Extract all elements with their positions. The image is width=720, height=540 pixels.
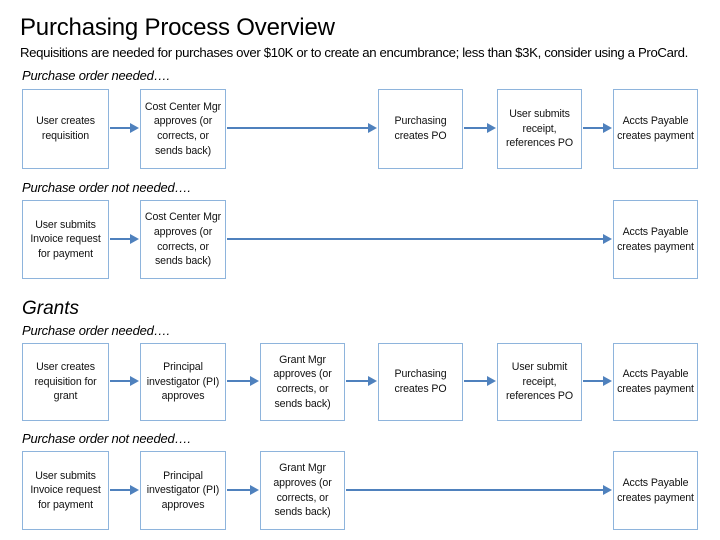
flow-box-label: Principal investigator (PI) approves <box>146 361 220 403</box>
arrow-right-icon <box>346 376 377 387</box>
flow-box-label: Grant Mgr approves (or corrects, or send… <box>273 462 332 519</box>
arrow-right-icon <box>110 485 139 496</box>
flow-box-label: User creates requisition <box>36 115 95 142</box>
flow-box-label: Purchasing creates PO <box>394 115 447 142</box>
flow-box-accts-payable-creates-payment[interactable]: Accts Payable creates payment <box>613 89 698 169</box>
flow-box-cost-center-mgr-approves[interactable]: Cost Center Mgr approves (or corrects, o… <box>140 89 226 169</box>
arrow-right-icon <box>227 234 612 245</box>
row-caption-po-not-needed: Purchase order not needed…. <box>22 180 191 195</box>
flow-box-purchasing-creates-po[interactable]: Purchasing creates PO <box>378 343 463 421</box>
arrow-right-icon <box>110 376 139 387</box>
slide-canvas: Purchasing Process Overview Requisitions… <box>0 0 720 540</box>
flow-box-grant-mgr-approves[interactable]: Grant Mgr approves (or corrects, or send… <box>260 343 345 421</box>
flow-box-label: Grant Mgr approves (or corrects, or send… <box>273 353 332 410</box>
flow-box-principal-investigator-approves[interactable]: Principal investigator (PI) approves <box>140 343 226 421</box>
arrow-right-icon <box>227 485 259 496</box>
flow-box-grant-mgr-approves[interactable]: Grant Mgr approves (or corrects, or send… <box>260 451 345 530</box>
flow-box-label: Accts Payable creates payment <box>617 476 694 504</box>
flow-box-label: Purchasing creates PO <box>394 368 447 395</box>
flow-box-label: Accts Payable creates payment <box>617 368 694 395</box>
row-caption-grants-po-needed: Purchase order needed…. <box>22 323 170 338</box>
flow-box-label: User creates requisition for grant <box>34 361 97 403</box>
flow-box-user-submits-invoice-request[interactable]: User submits Invoice request for payment <box>22 200 109 279</box>
arrow-right-icon <box>583 376 612 387</box>
flow-box-user-creates-requisition[interactable]: User creates requisition <box>22 89 109 169</box>
flow-box-label: Accts Payable creates payment <box>617 115 694 142</box>
flow-box-purchasing-creates-po[interactable]: Purchasing creates PO <box>378 89 463 169</box>
row-caption-grants-po-not-needed: Purchase order not needed…. <box>22 431 191 446</box>
arrow-right-icon <box>110 123 139 134</box>
flow-box-user-submits-receipt[interactable]: User submits receipt, references PO <box>497 89 582 169</box>
arrow-right-icon <box>227 376 259 387</box>
flow-box-user-submit-receipt[interactable]: User submit receipt, references PO <box>497 343 582 421</box>
row-caption-po-needed: Purchase order needed…. <box>22 68 170 83</box>
arrow-right-icon <box>464 123 496 134</box>
section-heading-grants: Grants <box>22 298 80 319</box>
flow-box-label: User submits Invoice request for payment <box>30 469 101 511</box>
flow-box-label: Cost Center Mgr approves (or corrects, o… <box>144 100 222 157</box>
page-title: Purchasing Process Overview <box>20 14 335 41</box>
flow-box-accts-payable-creates-payment[interactable]: Accts Payable creates payment <box>613 343 698 421</box>
flow-box-label: Accts Payable creates payment <box>617 225 694 253</box>
flow-box-label: User submits receipt, references PO <box>505 108 573 150</box>
arrow-right-icon <box>583 123 612 134</box>
arrow-right-icon <box>346 485 612 496</box>
flow-box-principal-investigator-approves[interactable]: Principal investigator (PI) approves <box>140 451 226 530</box>
flow-box-label: Principal investigator (PI) approves <box>146 469 220 511</box>
flow-box-label: User submit receipt, references PO <box>505 361 573 403</box>
flow-box-accts-payable-creates-payment[interactable]: Accts Payable creates payment <box>613 451 698 530</box>
flow-box-user-submits-invoice-request[interactable]: User submits Invoice request for payment <box>22 451 109 530</box>
flow-box-user-creates-requisition-grant[interactable]: User creates requisition for grant <box>22 343 109 421</box>
flow-box-label: User submits Invoice request for payment <box>30 218 101 260</box>
flow-box-cost-center-mgr-approves[interactable]: Cost Center Mgr approves (or corrects, o… <box>140 200 226 279</box>
flow-box-accts-payable-creates-payment[interactable]: Accts Payable creates payment <box>613 200 698 279</box>
page-subtitle: Requisitions are needed for purchases ov… <box>20 45 688 60</box>
arrow-right-icon <box>227 123 377 134</box>
arrow-right-icon <box>464 376 496 387</box>
arrow-right-icon <box>110 234 139 245</box>
flow-box-label: Cost Center Mgr approves (or corrects, o… <box>144 211 222 268</box>
